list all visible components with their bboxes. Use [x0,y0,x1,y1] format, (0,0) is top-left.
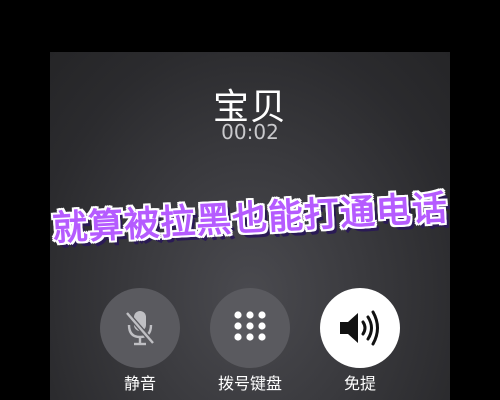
speaker-control[interactable]: 免提 [315,288,405,394]
mute-label: 静音 [123,374,156,393]
keypad-icon [234,311,266,341]
speaker-icon [340,310,379,346]
speaker-label: 免提 [343,374,376,393]
call-timer: 00:02 [221,120,279,144]
keypad-button[interactable] [210,288,290,368]
call-controls: 静音 拨号键盘 免提 [0,288,500,400]
keypad-control[interactable]: 拨号键盘 [205,288,295,394]
mute-control[interactable]: 静音 [95,288,185,394]
mic-off-icon [125,311,155,346]
mute-button[interactable] [100,288,180,368]
speaker-button[interactable] [320,288,400,368]
keypad-label: 拨号键盘 [217,374,282,393]
